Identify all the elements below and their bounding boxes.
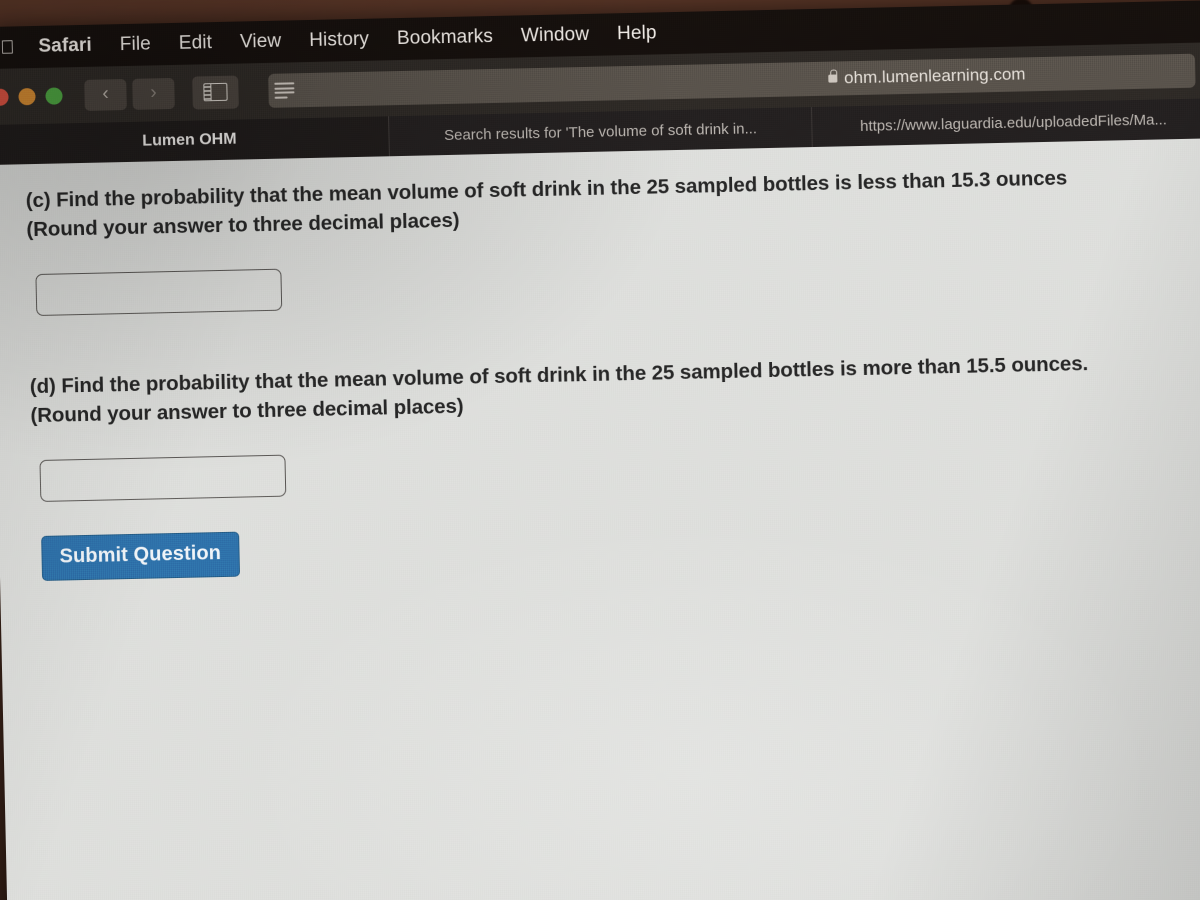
menu-item-help[interactable]: Help [603,22,671,45]
menu-item-history[interactable]: History [295,28,383,52]
minimize-window-button[interactable] [18,87,36,105]
reader-view-icon[interactable] [274,82,300,99]
menu-item-window[interactable]: Window [507,24,604,48]
lock-icon [828,74,838,83]
sidebar-icon [203,82,228,102]
menu-item-view[interactable]: View [226,30,296,54]
zoom-window-button[interactable] [45,86,63,105]
window-controls [0,86,63,106]
address-bar-url: ohm.lumenlearning.com [843,64,1026,88]
forward-button[interactable]: › [132,77,175,110]
menu-item-bookmarks[interactable]: Bookmarks [383,26,507,51]
tab-label: Lumen OHM [142,130,237,150]
submit-question-button[interactable]: Submit Question [41,532,240,582]
screen-surface:  Safari File Edit View History Bookmark… [0,0,1200,900]
answer-input-d[interactable] [39,455,287,503]
tab-label: https://www.laguardia.edu/uploadedFiles/… [859,110,1168,135]
close-window-button[interactable] [0,88,9,106]
apple-logo-icon[interactable]:  [0,37,21,58]
address-bar[interactable]: ohm.lumenlearning.com [268,53,1196,108]
laptop-screen-photo:  Safari File Edit View History Bookmark… [0,0,1200,900]
menu-item-file[interactable]: File [106,33,165,56]
menu-item-safari[interactable]: Safari [24,34,106,58]
chevron-right-icon: › [150,82,157,104]
tab-label: Search results for 'The volume of soft d… [443,119,758,144]
back-button[interactable]: ‹ [84,78,127,111]
web-page-content: (c) Find the probability that the mean v… [0,138,1200,900]
question-c-text: (c) Find the probability that the mean v… [25,166,1068,242]
menu-item-edit[interactable]: Edit [165,32,227,55]
sidebar-toggle-button[interactable] [192,75,239,110]
chevron-left-icon: ‹ [102,83,109,105]
answer-input-c[interactable] [35,268,283,317]
